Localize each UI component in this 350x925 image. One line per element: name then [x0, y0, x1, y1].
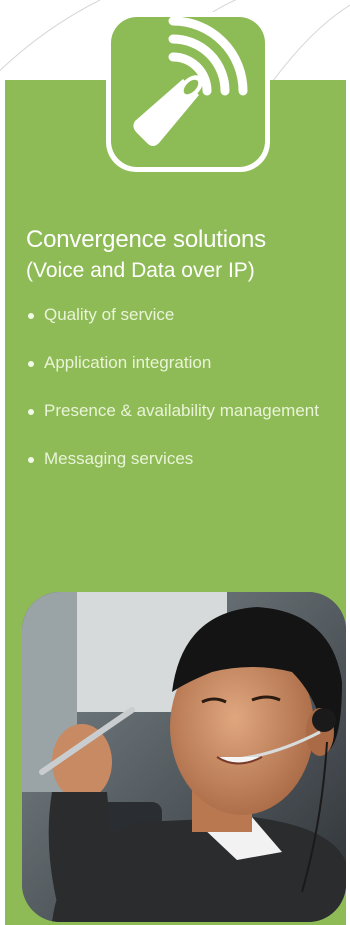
section-subtitle: (Voice and Data over IP)	[26, 259, 255, 282]
feature-list: Quality of service Application integrati…	[26, 303, 336, 471]
content-block: Convergence solutions (Voice and Data ov…	[26, 224, 336, 495]
feature-item: Application integration	[26, 351, 336, 375]
feature-item: Messaging services	[26, 447, 336, 471]
person-with-headset-photo	[22, 592, 346, 922]
megaphone-broadcast-icon	[111, 17, 265, 167]
icon-tile	[106, 12, 270, 172]
feature-item: Presence & availability management	[26, 399, 336, 423]
page: Convergence solutions (Voice and Data ov…	[0, 0, 350, 925]
section-title: Convergence solutions	[26, 226, 266, 253]
feature-item: Quality of service	[26, 303, 336, 327]
